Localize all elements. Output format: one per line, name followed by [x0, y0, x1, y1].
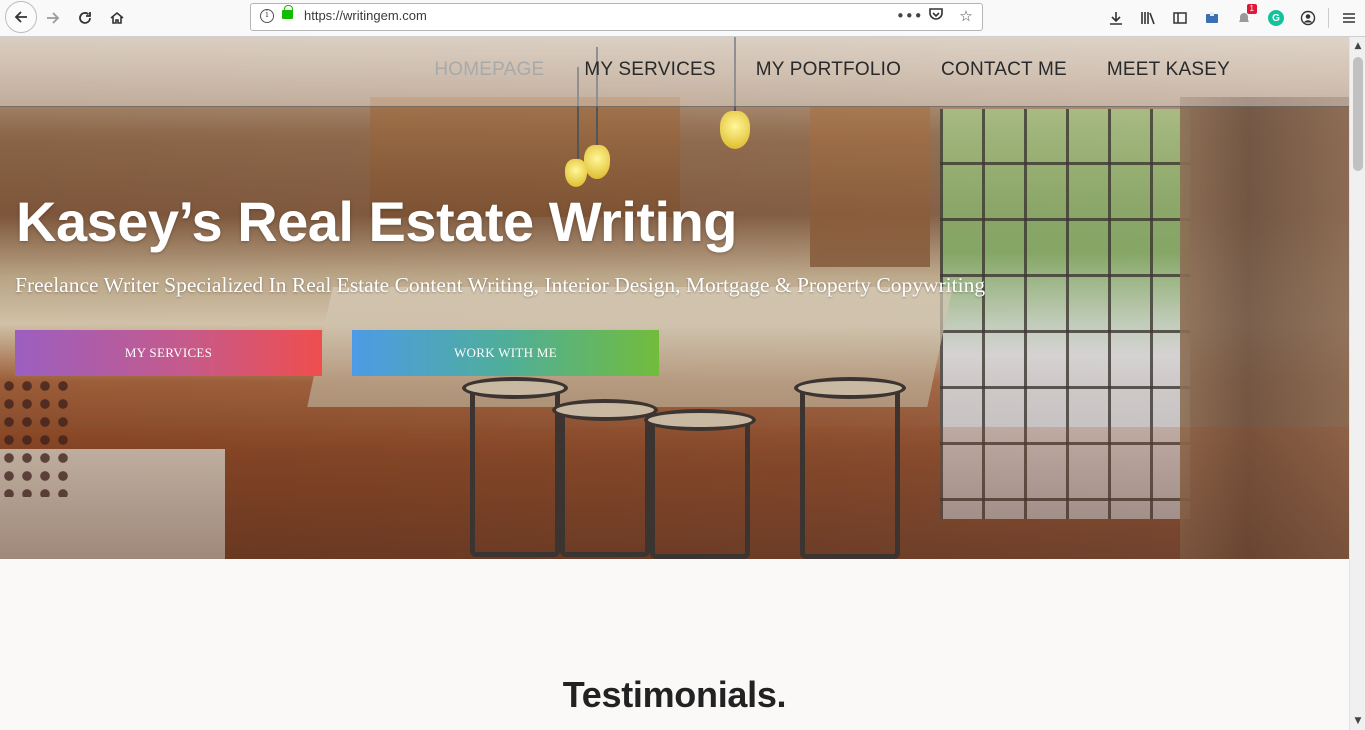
- work-with-me-button[interactable]: WORK WITH ME: [352, 330, 659, 376]
- star-icon[interactable]: ☆: [956, 7, 976, 25]
- hero-banner: HOMEPAGE MY SERVICES MY PORTFOLIO CONTAC…: [0, 37, 1349, 559]
- page-viewport: HOMEPAGE MY SERVICES MY PORTFOLIO CONTAC…: [0, 37, 1349, 730]
- url-bar[interactable]: i https://writingem.com ••• ☆: [250, 3, 983, 31]
- info-icon[interactable]: i: [260, 9, 274, 23]
- grammarly-icon[interactable]: G: [1260, 2, 1292, 34]
- toolbar-separator: [1328, 8, 1329, 28]
- hero-title: Kasey’s Real Estate Writing: [16, 190, 738, 253]
- hero-image-stool: [470, 387, 560, 557]
- notification-badge: 1: [1246, 4, 1257, 14]
- testimonials-heading: Testimonials.: [562, 674, 787, 715]
- hero-image-stool-seat: [552, 399, 658, 421]
- hero-image-wine-rack: [0, 377, 70, 497]
- hero-image-stool-seat: [794, 377, 906, 399]
- more-icon[interactable]: •••: [896, 7, 923, 25]
- hero-image-stool: [560, 407, 650, 557]
- page-scrollbar[interactable]: ▲ ▼: [1349, 37, 1365, 730]
- pendant-light: [720, 111, 750, 149]
- nav-my-services[interactable]: MY SERVICES: [584, 59, 715, 81]
- scrollbar-thumb[interactable]: [1353, 57, 1363, 171]
- forward-arrow-icon[interactable]: [38, 3, 68, 33]
- extension-icon[interactable]: [1196, 2, 1228, 34]
- scroll-up-icon[interactable]: ▲: [1353, 41, 1363, 51]
- hero-subtitle: Freelance Writer Specialized In Real Est…: [15, 273, 986, 297]
- notification-extension-icon[interactable]: 1: [1228, 2, 1260, 34]
- download-icon[interactable]: [1100, 2, 1132, 34]
- hero-image-stool: [650, 417, 750, 559]
- nav-contact-me[interactable]: CONTACT ME: [941, 59, 1067, 81]
- nav-homepage[interactable]: HOMEPAGE: [434, 59, 544, 81]
- hamburger-menu-icon[interactable]: [1333, 2, 1365, 34]
- home-icon[interactable]: [102, 3, 132, 33]
- browser-toolbar: i https://writingem.com ••• ☆ 1 G: [0, 0, 1365, 37]
- nav-my-portfolio[interactable]: MY PORTFOLIO: [756, 59, 901, 81]
- sidebar-icon[interactable]: [1164, 2, 1196, 34]
- scroll-down-icon[interactable]: ▼: [1353, 716, 1363, 726]
- hero-image-stool-seat: [462, 377, 568, 399]
- nav-meet-kasey[interactable]: MEET KASEY: [1107, 59, 1230, 81]
- hero-image-cabinets-right: [810, 107, 930, 267]
- back-arrow-icon[interactable]: [5, 1, 37, 33]
- reload-icon[interactable]: [70, 3, 100, 33]
- pendant-light: [565, 159, 587, 187]
- main-nav: HOMEPAGE MY SERVICES MY PORTFOLIO CONTAC…: [434, 59, 1230, 81]
- lock-icon: [282, 5, 293, 19]
- site-navbar: HOMEPAGE MY SERVICES MY PORTFOLIO CONTAC…: [0, 37, 1349, 107]
- hero-image-stool: [800, 387, 900, 559]
- library-icon[interactable]: [1132, 2, 1164, 34]
- hero-image-stool-seat: [644, 409, 756, 431]
- my-services-button[interactable]: MY SERVICES: [15, 330, 322, 376]
- url-text[interactable]: https://writingem.com: [304, 8, 427, 23]
- pendant-light: [584, 145, 610, 179]
- pocket-icon[interactable]: [926, 7, 946, 25]
- account-icon[interactable]: [1292, 2, 1324, 34]
